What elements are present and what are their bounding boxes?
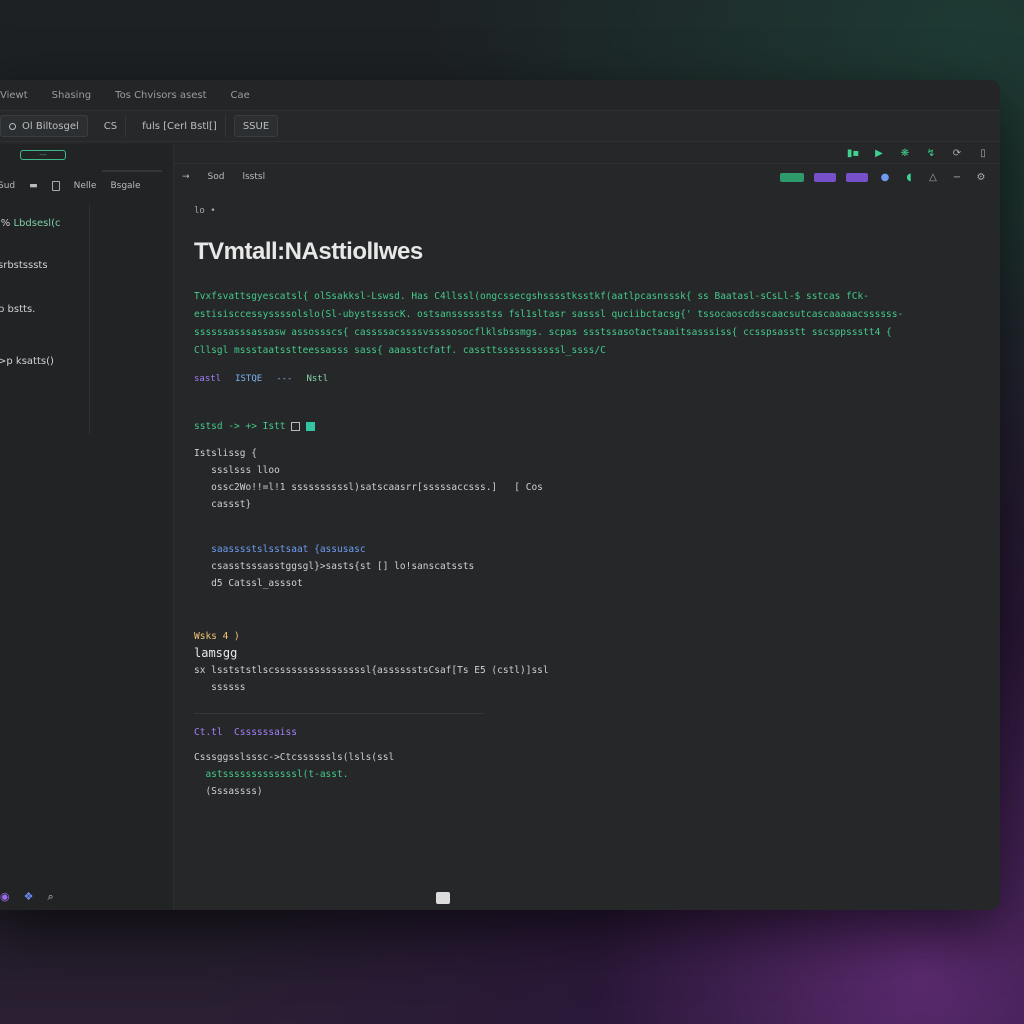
sidebar-footer: ◉ ❖ ⌕	[0, 890, 54, 904]
code-line: Wsks 4 )	[194, 631, 240, 642]
code-line: saasssstslsstsaat {assusasc	[194, 544, 366, 555]
tab-strip: Ol Biltosgel CS fuls [Cerl Bstl[] SSUE	[0, 110, 1000, 142]
branch-icon[interactable]: ↯	[924, 148, 938, 159]
menu-item[interactable]: Viewt	[0, 90, 28, 101]
code-line: (Sssassss)	[194, 786, 263, 797]
tree-item[interactable]: srbstsssts	[0, 260, 48, 271]
search-icon[interactable]: ⌕	[47, 890, 53, 904]
tag-row: sastl ISTQE --- Nstl	[194, 374, 940, 384]
toggle-chip[interactable]	[780, 172, 804, 182]
tree-item[interactable]: l% Lbdsesl(c	[0, 218, 61, 229]
editor-toolbar: → Sod lsstsl ● ◖ △ − ⚙	[174, 164, 1000, 190]
tab-4[interactable]: SSUE	[233, 115, 279, 137]
bell-icon[interactable]: ●	[878, 172, 892, 183]
status-icon[interactable]: ▮▪	[846, 148, 860, 159]
tag[interactable]: Nstl	[306, 374, 328, 384]
tree-item[interactable]: >p ksatts()	[0, 356, 54, 367]
code-line: ssslsss lloo	[194, 465, 280, 476]
sidebar-tool[interactable]: Nelle	[74, 181, 97, 191]
code-line: cassst}	[194, 499, 252, 510]
menu-item[interactable]: Shasing	[52, 90, 92, 101]
code-line: ossc2Wo!!=l!1 ssssssssssl)satscaasrr[sss…	[194, 482, 543, 493]
sidebar-toolbar: Sud ▬ Nelle Bsgale	[0, 172, 173, 200]
sync-icon[interactable]: ⟳	[950, 148, 964, 159]
tag[interactable]: ISTQE	[235, 374, 262, 384]
split-icon[interactable]: ▯	[976, 148, 990, 159]
main-panel: ▮▪ ▶ ❋ ↯ ⟳ ▯ → Sod lsstsl ● ◖ △ − ⚙ lo •	[174, 144, 1000, 910]
minus-icon[interactable]: −	[950, 172, 964, 183]
minus-icon[interactable]: ▬	[29, 181, 38, 191]
user-icon[interactable]: ◉	[0, 890, 10, 904]
toolbar-item[interactable]: Sod	[208, 172, 225, 182]
code-line: Ct.tl Cssssssaiss	[194, 727, 297, 738]
page-title: TVmtall:NAsttiolIwes	[194, 238, 423, 265]
code-line: csasstsssasstggsgl}>sasts{st [] lo!sansc…	[194, 561, 475, 572]
settings-icon[interactable]: ⚙	[974, 172, 988, 183]
editor-actions: ● ◖ △ − ⚙	[780, 164, 988, 190]
tree-item[interactable]: p bstts.	[0, 304, 35, 315]
menu-item[interactable]: Tos Chvisors asest	[115, 90, 206, 101]
sidebar-tool[interactable]: Sud	[0, 181, 15, 191]
code-line: Istslissg {	[194, 448, 257, 459]
sidebar: --- Sud ▬ Nelle Bsgale l% Lbdsesl(c srbs…	[0, 144, 174, 910]
extensions-icon[interactable]: ❖	[24, 890, 34, 904]
menu-item[interactable]: Cae	[231, 90, 250, 101]
leaf-icon[interactable]: ◖	[902, 172, 916, 183]
toggle-chip[interactable]	[846, 172, 868, 182]
toggle-chip[interactable]	[814, 172, 836, 182]
tag[interactable]: ---	[276, 374, 292, 384]
file-icon[interactable]	[51, 181, 60, 191]
document-content: lo • TVmtall:NAsttiolIwes Tvxfsvattsgyes…	[194, 206, 940, 800]
description-paragraph: Tvxfsvattsgyescatsl{ olSsakksl-Lswsd. Ha…	[194, 291, 904, 356]
code-block[interactable]: sstsd -> +> Istt Istslissg { ssslsss llo…	[194, 418, 940, 800]
code-line: lamsgg	[194, 646, 238, 660]
breadcrumb: lo •	[194, 206, 216, 216]
circle-icon	[9, 122, 16, 130]
file-tree: l% Lbdsesl(c srbstsssts p bstts. >p ksat…	[0, 204, 90, 434]
code-line: Csssggsslsssc->Ctcssssssls(lsls(ssl	[194, 752, 395, 763]
code-heading: sstsd -> +> Istt	[194, 418, 940, 435]
sidebar-tool[interactable]: Bsgale	[110, 181, 140, 191]
code-line: sx lsstststlscssssssssssssssssl{asssssst…	[194, 665, 549, 676]
tag[interactable]: sastl	[194, 374, 221, 384]
status-badge: ---	[20, 150, 66, 160]
tab-3[interactable]: fuls [Cerl Bstl[]	[134, 115, 226, 137]
tab-2[interactable]: CS	[96, 115, 127, 137]
run-icon[interactable]: ▶	[872, 148, 886, 159]
debug-icon[interactable]: ❋	[898, 148, 912, 159]
menubar: Viewt Shasing Tos Chvisors asest Cae	[0, 80, 1000, 110]
toolbar-item[interactable]: lsstsl	[242, 172, 265, 182]
code-line: astsssssssssssssl(t-asst.	[194, 769, 349, 780]
code-line: ssssss	[194, 682, 246, 693]
code-line: d5 Catssl_asssot	[194, 578, 303, 589]
tab-1[interactable]: Ol Biltosgel	[0, 115, 88, 137]
divider	[194, 696, 484, 714]
editor-window: Viewt Shasing Tos Chvisors asest Cae Ol …	[0, 80, 1000, 910]
scroll-indicator[interactable]	[436, 892, 450, 904]
warning-icon[interactable]: △	[926, 172, 940, 183]
toolbar-item[interactable]: →	[182, 172, 190, 182]
top-toolbar: ▮▪ ▶ ❋ ↯ ⟳ ▯	[174, 144, 1000, 164]
